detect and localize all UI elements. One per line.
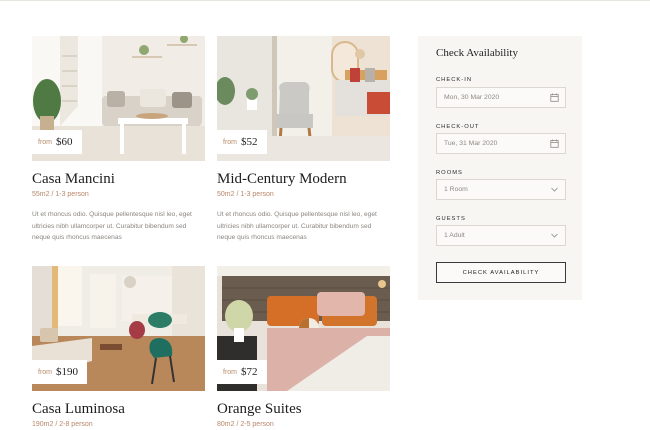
- price-value: $190: [56, 366, 78, 378]
- calendar-icon: [550, 139, 559, 148]
- chevron-down-icon: [551, 187, 558, 192]
- price-from-label: from: [223, 138, 237, 146]
- room-description: Ut et rhoncus odio. Quisque pellentesque…: [217, 211, 377, 241]
- rooms-select[interactable]: 1 Room: [436, 179, 566, 200]
- checkout-label: CHECK-OUT: [436, 124, 480, 130]
- price-from-label: from: [38, 368, 52, 376]
- checkin-label: CHECK-IN: [436, 77, 473, 83]
- price-value: $72: [241, 366, 258, 378]
- room-photo-orange-suites[interactable]: from $72: [217, 266, 390, 391]
- price-from-label: from: [223, 368, 237, 376]
- check-availability-button[interactable]: CHECK AVAILABILITY: [436, 262, 566, 283]
- checkin-date-field[interactable]: Mon, 30 Mar 2020: [436, 87, 566, 108]
- guests-label: GUESTS: [436, 216, 466, 222]
- room-title-link[interactable]: Casa Luminosa: [32, 401, 125, 418]
- panel-title: Check Availability: [436, 47, 518, 59]
- room-card-casa-luminosa: from $190 Casa Luminosa 190m2 / 2-8 pers…: [32, 266, 205, 428]
- header-divider: [0, 0, 650, 1]
- price-value: $60: [56, 136, 73, 148]
- room-photo-mid-century-modern[interactable]: from $52: [217, 36, 390, 161]
- chevron-down-icon: [551, 233, 558, 238]
- room-meta: 55m2 / 1-3 person: [32, 191, 89, 198]
- price-tag: from $52: [217, 130, 267, 154]
- price-value: $52: [241, 136, 258, 148]
- checkout-date-field[interactable]: Tue, 31 Mar 2020: [436, 133, 566, 154]
- guests-value: 1 Adult: [444, 232, 465, 239]
- guests-select[interactable]: 1 Adult: [436, 225, 566, 246]
- room-card-orange-suites: from $72 Orange Suites 80m2 / 2-5 person: [217, 266, 390, 428]
- checkin-value: Mon, 30 Mar 2020: [444, 94, 500, 101]
- price-tag: from $60: [32, 130, 82, 154]
- room-title-link[interactable]: Casa Mancini: [32, 171, 115, 188]
- calendar-icon: [550, 93, 559, 102]
- price-tag: from $72: [217, 360, 267, 384]
- room-meta: 80m2 / 2-5 person: [217, 421, 274, 428]
- checkout-value: Tue, 31 Mar 2020: [444, 140, 498, 147]
- availability-panel: Check Availability CHECK-IN Mon, 30 Mar …: [418, 36, 582, 300]
- room-card-casa-mancini: from $60 Casa Mancini 55m2 / 1-3 person …: [32, 36, 205, 241]
- room-description: Ut et rhoncus odio. Quisque pellentesque…: [32, 211, 192, 241]
- room-meta: 190m2 / 2-8 person: [32, 421, 93, 428]
- rooms-value: 1 Room: [444, 186, 468, 193]
- price-from-label: from: [38, 138, 52, 146]
- room-photo-casa-mancini[interactable]: from $60: [32, 36, 205, 161]
- check-availability-label: CHECK AVAILABILITY: [462, 269, 540, 276]
- room-title-link[interactable]: Orange Suites: [217, 401, 302, 418]
- room-photo-casa-luminosa[interactable]: from $190: [32, 266, 205, 391]
- rooms-label: ROOMS: [436, 170, 463, 176]
- room-card-mid-century-modern: from $52 Mid-Century Modern 50m2 / 1-3 p…: [217, 36, 390, 241]
- room-meta: 50m2 / 1-3 person: [217, 191, 274, 198]
- price-tag: from $190: [32, 360, 87, 384]
- room-title-link[interactable]: Mid-Century Modern: [217, 171, 347, 188]
